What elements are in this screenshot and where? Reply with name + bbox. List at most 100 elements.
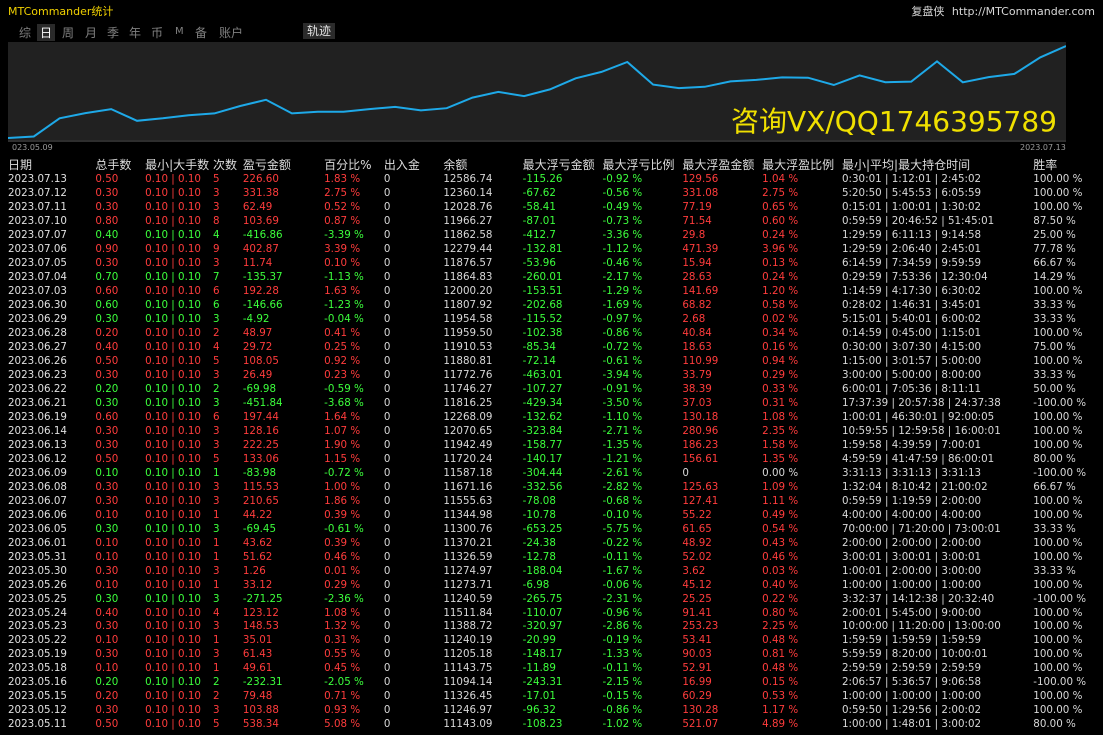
table-row[interactable]: 2023.07.07 0.40 0.10 | 0.10 4 -416.86 -3.39 %… xyxy=(0,229,1103,243)
col-min-max-lots-cell: 0.10 | 0.10 xyxy=(145,369,201,382)
col-pnl-cell: 11.74 xyxy=(242,257,273,270)
tab-day[interactable]: 日 xyxy=(37,24,56,41)
table-row[interactable]: 2023.06.29 0.30 0.10 | 0.10 3 -4.92 -0.04 % 0 1… xyxy=(0,313,1103,327)
brand-label: 复盘侠 xyxy=(911,5,945,18)
col-max-float-loss-pct-header[interactable]: 最大浮亏比例 xyxy=(603,156,683,173)
tab-currency[interactable]: 币 xyxy=(151,24,163,41)
tab-week[interactable]: 周 xyxy=(62,24,74,41)
tab-summary[interactable]: 综 xyxy=(19,24,31,41)
col-max-float-profit-pct-header[interactable]: 最大浮盈比例 xyxy=(762,156,842,173)
col-max-float-loss-cell: -96.32 xyxy=(522,704,556,717)
table-row[interactable]: 2023.05.30 0.30 0.10 | 0.10 3 1.26 0.01 % 0 112… xyxy=(0,564,1103,578)
table-row[interactable]: 2023.06.27 0.40 0.10 | 0.10 4 29.72 0.25 % 0 11… xyxy=(0,341,1103,355)
table-row[interactable]: 2023.05.11 0.50 0.10 | 0.10 5 538.34 5.08 % 0 1… xyxy=(0,718,1103,732)
tab-month[interactable]: 月 xyxy=(85,24,97,41)
col-pnl-cell: 35.01 xyxy=(242,634,273,647)
table-row[interactable]: 2023.06.21 0.30 0.10 | 0.10 3 -451.84 -3.68 %… xyxy=(0,397,1103,411)
col-hold-time-header[interactable]: 最小|平均|最大持仓时间 xyxy=(842,156,1033,173)
col-date-cell: 2023.05.18 xyxy=(8,662,67,675)
tab-quarter[interactable]: 季 xyxy=(107,24,119,41)
table-row[interactable]: 2023.06.28 0.20 0.10 | 0.10 2 48.97 0.41 % 0 11… xyxy=(0,327,1103,341)
table-row[interactable]: 2023.06.12 0.50 0.10 | 0.10 5 133.06 1.15 % 0 1… xyxy=(0,452,1103,466)
col-lots-cell: 0.30 xyxy=(95,494,119,507)
col-date-cell: 2023.07.10 xyxy=(8,215,67,228)
col-date-cell: 2023.06.08 xyxy=(8,480,67,493)
track-button[interactable]: 轨迹 xyxy=(303,23,336,39)
table-row[interactable]: 2023.07.06 0.90 0.10 | 0.10 9 402.87 3.39 % 0 1… xyxy=(0,243,1103,257)
table-row[interactable]: 2023.06.30 0.60 0.10 | 0.10 6 -146.66 -1.23 %… xyxy=(0,299,1103,313)
table-row[interactable]: 2023.06.06 0.10 0.10 | 0.10 1 44.22 0.39 % 0 11… xyxy=(0,508,1103,522)
col-deposit-cell: 0 xyxy=(383,676,391,689)
col-date-header[interactable]: 日期 xyxy=(0,156,95,173)
table-row[interactable]: 2023.06.14 0.30 0.10 | 0.10 3 128.16 1.07 % 0 1… xyxy=(0,424,1103,438)
table-row[interactable]: 2023.06.23 0.30 0.10 | 0.10 3 26.49 0.23 % 0 11… xyxy=(0,369,1103,383)
col-max-float-profit-cell: 28.63 xyxy=(682,271,712,284)
table-row[interactable]: 2023.05.22 0.10 0.10 | 0.10 1 35.01 0.31 % 0 11… xyxy=(0,634,1103,648)
table-row[interactable]: 2023.05.18 0.10 0.10 | 0.10 1 49.61 0.45 % 0 11… xyxy=(0,662,1103,676)
col-max-float-profit-pct-cell: 0.49 % xyxy=(762,508,799,521)
table-row[interactable]: 2023.05.24 0.40 0.10 | 0.10 4 123.12 1.08 % 0 1… xyxy=(0,606,1103,620)
col-percent-cell: 0.39 % xyxy=(324,508,361,521)
col-min-max-lots-cell: 0.10 | 0.10 xyxy=(145,187,201,200)
table-row[interactable]: 2023.06.09 0.10 0.10 | 0.10 1 -83.98 -0.72 % 0… xyxy=(0,466,1103,480)
table-row[interactable]: 2023.06.19 0.60 0.10 | 0.10 6 197.44 1.64 % 0 1… xyxy=(0,410,1103,424)
table-row[interactable]: 2023.05.23 0.30 0.10 | 0.10 3 148.53 1.32 % 0 1… xyxy=(0,620,1103,634)
table-row[interactable]: 2023.06.26 0.50 0.10 | 0.10 5 108.05 0.92 % 0 1… xyxy=(0,355,1103,369)
col-hold-time-cell: 1:00:01 | 46:30:01 | 92:00:05 xyxy=(841,410,995,423)
table-row[interactable]: 2023.06.13 0.30 0.10 | 0.10 3 222.25 1.90 % 0 1… xyxy=(0,438,1103,452)
col-min-max-lots-header[interactable]: 最小|大手数 xyxy=(145,156,213,173)
col-balance-header[interactable]: 余额 xyxy=(443,156,522,173)
tab-m[interactable]: M xyxy=(175,26,184,37)
table-row[interactable]: 2023.06.08 0.30 0.10 | 0.10 3 115.53 1.00 % 0 1… xyxy=(0,480,1103,494)
table-row[interactable]: 2023.07.13 0.50 0.10 | 0.10 5 226.60 1.83 % 0 1… xyxy=(0,173,1103,187)
table-header-row: 日期 总手数 最小|大手数 次数 盈亏金额 百分比% 出入金 余额 最大浮亏金额 最大浮亏比例 最大… xyxy=(0,156,1103,173)
col-max-float-loss-cell: -110.07 xyxy=(522,606,563,619)
col-max-float-loss-cell: -148.17 xyxy=(522,648,563,661)
col-pnl-header[interactable]: 盈亏金额 xyxy=(243,156,324,173)
col-lots-header[interactable]: 总手数 xyxy=(95,156,145,173)
table-row[interactable]: 2023.05.12 0.30 0.10 | 0.10 3 103.88 0.93 % 0 1… xyxy=(0,704,1103,718)
table-row[interactable]: 2023.07.10 0.80 0.10 | 0.10 8 103.69 0.87 % 0 1… xyxy=(0,215,1103,229)
table-row[interactable]: 2023.06.22 0.20 0.10 | 0.10 2 -69.98 -0.59 % 0… xyxy=(0,383,1103,397)
col-percent-cell: 1.90 % xyxy=(324,438,361,451)
col-percent-header[interactable]: 百分比% xyxy=(324,156,384,173)
table-row[interactable]: 2023.05.31 0.10 0.10 | 0.10 1 51.62 0.46 % 0 11… xyxy=(0,550,1103,564)
brand-link[interactable]: http://MTCommander.com xyxy=(952,5,1095,18)
col-lots-cell: 0.50 xyxy=(95,452,119,465)
table-row[interactable]: 2023.05.15 0.20 0.10 | 0.10 2 79.48 0.71 % 0 11… xyxy=(0,690,1103,704)
col-lots-cell: 0.90 xyxy=(95,243,119,256)
col-balance-cell: 11876.57 xyxy=(443,257,493,270)
col-count-cell: 5 xyxy=(212,355,220,368)
col-deposit-header[interactable]: 出入金 xyxy=(384,156,443,173)
table-row[interactable]: 2023.07.04 0.70 0.10 | 0.10 7 -135.37 -1.13 %… xyxy=(0,271,1103,285)
tab-backup[interactable]: 备 xyxy=(195,24,207,41)
col-max-float-profit-pct-cell: 0.29 % xyxy=(762,369,799,382)
col-max-float-profit-cell: 18.63 xyxy=(682,341,712,354)
col-winrate-header[interactable]: 胜率 xyxy=(1033,156,1103,173)
table-row[interactable]: 2023.05.26 0.10 0.10 | 0.10 1 33.12 0.29 % 0 11… xyxy=(0,578,1103,592)
table-row[interactable]: 2023.07.11 0.30 0.10 | 0.10 3 62.49 0.52 % 0 12… xyxy=(0,201,1103,215)
tab-year[interactable]: 年 xyxy=(129,24,141,41)
col-winrate-cell: 100.00 % xyxy=(1033,494,1083,507)
table-row[interactable]: 2023.07.03 0.60 0.10 | 0.10 6 192.28 1.63 % 0 1… xyxy=(0,285,1103,299)
table-row[interactable]: 2023.07.12 0.30 0.10 | 0.10 3 331.38 2.75 % 0 1… xyxy=(0,187,1103,201)
col-max-float-loss-header[interactable]: 最大浮亏金额 xyxy=(523,156,603,173)
table-row[interactable]: 2023.06.07 0.30 0.10 | 0.10 3 210.65 1.86 % 0 1… xyxy=(0,494,1103,508)
table-row[interactable]: 2023.07.05 0.30 0.10 | 0.10 3 11.74 0.10 % 0 11… xyxy=(0,257,1103,271)
table-row[interactable]: 2023.06.01 0.10 0.10 | 0.10 1 43.62 0.39 % 0 11… xyxy=(0,536,1103,550)
table-row[interactable]: 2023.05.16 0.20 0.10 | 0.10 2 -232.31 -2.05 %… xyxy=(0,676,1103,690)
tab-account[interactable]: 账户 xyxy=(219,24,243,41)
col-count-header[interactable]: 次数 xyxy=(213,156,243,173)
col-lots-cell: 0.10 xyxy=(95,536,119,549)
col-max-float-profit-header[interactable]: 最大浮盈金额 xyxy=(682,156,762,173)
table-row[interactable]: 2023.05.25 0.30 0.10 | 0.10 3 -271.25 -2.36 %… xyxy=(0,592,1103,606)
col-count-cell: 1 xyxy=(212,550,220,563)
col-max-float-profit-pct-cell: 0.13 % xyxy=(762,257,799,270)
col-deposit-cell: 0 xyxy=(383,480,391,493)
col-min-max-lots-cell: 0.10 | 0.10 xyxy=(145,313,201,326)
col-max-float-loss-pct-cell: -1.12 % xyxy=(602,243,643,256)
table-row[interactable]: 2023.05.19 0.30 0.10 | 0.10 3 61.43 0.55 % 0 11… xyxy=(0,648,1103,662)
col-max-float-profit-pct-cell: 1.11 % xyxy=(762,494,799,507)
col-pnl-cell: 222.25 xyxy=(242,438,279,451)
table-row[interactable]: 2023.06.05 0.30 0.10 | 0.10 3 -69.45 -0.61 % 0… xyxy=(0,522,1103,536)
